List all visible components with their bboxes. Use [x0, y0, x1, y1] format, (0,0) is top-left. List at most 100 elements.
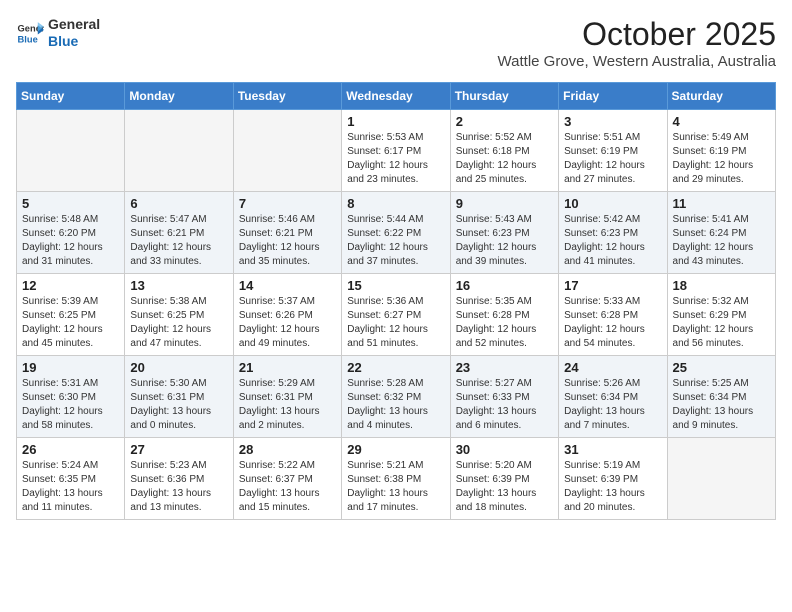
day-number: 13	[130, 278, 227, 293]
calendar-day-cell: 10 Sunrise: 5:42 AM Sunset: 6:23 PM Dayli…	[559, 192, 667, 274]
day-number: 18	[673, 278, 770, 293]
calendar-day-cell: 17Sunrise: 5:33 AM Sunset: 6:28 PM Dayli…	[559, 274, 667, 356]
calendar-day-cell: 23 Sunrise: 5:27 AM Sunset: 6:33 PM Dayli…	[450, 356, 558, 438]
day-info: Sunrise: 5:26 AM Sunset: 6:34 PM Dayligh…	[564, 377, 661, 433]
calendar-day-cell	[667, 438, 775, 520]
weekday-header-wednesday: Wednesday	[342, 83, 450, 110]
day-info: Sunrise: 5:51 AM Sunset: 6:19 PM Dayligh…	[564, 131, 661, 187]
day-number: 5	[22, 196, 119, 211]
calendar-day-cell: 18 Sunrise: 5:32 AM Sunset: 6:29 PM Dayli…	[667, 274, 775, 356]
title-block: October 2025 Wattle Grove, Western Austr…	[498, 16, 776, 70]
calendar-day-cell: 9 Sunrise: 5:43 AM Sunset: 6:23 PM Daylig…	[450, 192, 558, 274]
day-info: Sunrise: 5:29 AM Sunset: 6:31 PM Dayligh…	[239, 377, 336, 433]
day-number: 24	[564, 360, 661, 375]
day-info: Sunrise: 5:38 AM Sunset: 6:25 PM Dayligh…	[130, 295, 227, 351]
logo: General Blue General Blue	[16, 16, 100, 50]
calendar-day-cell	[233, 110, 341, 192]
weekday-header-thursday: Thursday	[450, 83, 558, 110]
calendar-day-cell: 14Sunrise: 5:37 AM Sunset: 6:26 PM Dayli…	[233, 274, 341, 356]
calendar-day-cell: 4Sunrise: 5:49 AM Sunset: 6:19 PM Daylig…	[667, 110, 775, 192]
calendar-week-row: 1Sunrise: 5:53 AM Sunset: 6:17 PM Daylig…	[17, 110, 776, 192]
day-info: Sunrise: 5:36 AM Sunset: 6:27 PM Dayligh…	[347, 295, 444, 351]
calendar-day-cell: 20Sunrise: 5:30 AM Sunset: 6:31 PM Dayli…	[125, 356, 233, 438]
calendar-day-cell: 24 Sunrise: 5:26 AM Sunset: 6:34 PM Dayli…	[559, 356, 667, 438]
day-number: 6	[130, 196, 227, 211]
day-info: Sunrise: 5:22 AM Sunset: 6:37 PM Dayligh…	[239, 459, 336, 515]
calendar-week-row: 26 Sunrise: 5:24 AM Sunset: 6:35 PM Dayli…	[17, 438, 776, 520]
calendar-day-cell: 3 Sunrise: 5:51 AM Sunset: 6:19 PM Daylig…	[559, 110, 667, 192]
calendar-week-row: 19Sunrise: 5:31 AM Sunset: 6:30 PM Dayli…	[17, 356, 776, 438]
calendar-day-cell: 22 Sunrise: 5:28 AM Sunset: 6:32 PM Dayli…	[342, 356, 450, 438]
day-number: 7	[239, 196, 336, 211]
day-info: Sunrise: 5:44 AM Sunset: 6:22 PM Dayligh…	[347, 213, 444, 269]
day-number: 8	[347, 196, 444, 211]
calendar-day-cell: 15 Sunrise: 5:36 AM Sunset: 6:27 PM Dayli…	[342, 274, 450, 356]
day-number: 20	[130, 360, 227, 375]
day-info: Sunrise: 5:42 AM Sunset: 6:23 PM Dayligh…	[564, 213, 661, 269]
day-number: 29	[347, 442, 444, 457]
day-info: Sunrise: 5:48 AM Sunset: 6:20 PM Dayligh…	[22, 213, 119, 269]
logo-text-blue: Blue	[48, 33, 100, 50]
day-info: Sunrise: 5:25 AM Sunset: 6:34 PM Dayligh…	[673, 377, 770, 433]
day-number: 10	[564, 196, 661, 211]
calendar-day-cell: 13 Sunrise: 5:38 AM Sunset: 6:25 PM Dayli…	[125, 274, 233, 356]
day-info: Sunrise: 5:20 AM Sunset: 6:39 PM Dayligh…	[456, 459, 553, 515]
day-number: 15	[347, 278, 444, 293]
day-info: Sunrise: 5:28 AM Sunset: 6:32 PM Dayligh…	[347, 377, 444, 433]
calendar-day-cell: 1Sunrise: 5:53 AM Sunset: 6:17 PM Daylig…	[342, 110, 450, 192]
month-title: October 2025	[498, 16, 776, 53]
calendar-table: SundayMondayTuesdayWednesdayThursdayFrid…	[16, 82, 776, 520]
calendar-day-cell: 21Sunrise: 5:29 AM Sunset: 6:31 PM Dayli…	[233, 356, 341, 438]
calendar-day-cell: 26 Sunrise: 5:24 AM Sunset: 6:35 PM Dayli…	[17, 438, 125, 520]
calendar-day-cell: 16Sunrise: 5:35 AM Sunset: 6:28 PM Dayli…	[450, 274, 558, 356]
calendar-day-cell: 19Sunrise: 5:31 AM Sunset: 6:30 PM Dayli…	[17, 356, 125, 438]
day-info: Sunrise: 5:39 AM Sunset: 6:25 PM Dayligh…	[22, 295, 119, 351]
day-number: 27	[130, 442, 227, 457]
svg-text:Blue: Blue	[18, 34, 38, 44]
day-info: Sunrise: 5:47 AM Sunset: 6:21 PM Dayligh…	[130, 213, 227, 269]
calendar-day-cell: 11 Sunrise: 5:41 AM Sunset: 6:24 PM Dayli…	[667, 192, 775, 274]
day-number: 28	[239, 442, 336, 457]
day-info: Sunrise: 5:46 AM Sunset: 6:21 PM Dayligh…	[239, 213, 336, 269]
day-number: 23	[456, 360, 553, 375]
calendar-day-cell: 28 Sunrise: 5:22 AM Sunset: 6:37 PM Dayli…	[233, 438, 341, 520]
calendar-day-cell: 7 Sunrise: 5:46 AM Sunset: 6:21 PM Daylig…	[233, 192, 341, 274]
day-info: Sunrise: 5:41 AM Sunset: 6:24 PM Dayligh…	[673, 213, 770, 269]
day-info: Sunrise: 5:19 AM Sunset: 6:39 PM Dayligh…	[564, 459, 661, 515]
day-info: Sunrise: 5:21 AM Sunset: 6:38 PM Dayligh…	[347, 459, 444, 515]
calendar-day-cell: 31 Sunrise: 5:19 AM Sunset: 6:39 PM Dayli…	[559, 438, 667, 520]
day-number: 3	[564, 114, 661, 129]
day-number: 22	[347, 360, 444, 375]
calendar-week-row: 5 Sunrise: 5:48 AM Sunset: 6:20 PM Daylig…	[17, 192, 776, 274]
day-number: 9	[456, 196, 553, 211]
weekday-header-saturday: Saturday	[667, 83, 775, 110]
calendar-day-cell: 6 Sunrise: 5:47 AM Sunset: 6:21 PM Daylig…	[125, 192, 233, 274]
logo-icon: General Blue	[16, 19, 44, 47]
calendar-day-cell: 12Sunrise: 5:39 AM Sunset: 6:25 PM Dayli…	[17, 274, 125, 356]
calendar-day-cell	[17, 110, 125, 192]
day-info: Sunrise: 5:23 AM Sunset: 6:36 PM Dayligh…	[130, 459, 227, 515]
day-info: Sunrise: 5:27 AM Sunset: 6:33 PM Dayligh…	[456, 377, 553, 433]
calendar-day-cell: 2 Sunrise: 5:52 AM Sunset: 6:18 PM Daylig…	[450, 110, 558, 192]
calendar-day-cell: 29 Sunrise: 5:21 AM Sunset: 6:38 PM Dayli…	[342, 438, 450, 520]
calendar-day-cell: 5 Sunrise: 5:48 AM Sunset: 6:20 PM Daylig…	[17, 192, 125, 274]
day-info: Sunrise: 5:52 AM Sunset: 6:18 PM Dayligh…	[456, 131, 553, 187]
day-number: 31	[564, 442, 661, 457]
day-number: 2	[456, 114, 553, 129]
weekday-header-monday: Monday	[125, 83, 233, 110]
logo-text-general: General	[48, 16, 100, 33]
day-info: Sunrise: 5:37 AM Sunset: 6:26 PM Dayligh…	[239, 295, 336, 351]
calendar-day-cell	[125, 110, 233, 192]
day-number: 25	[673, 360, 770, 375]
day-info: Sunrise: 5:49 AM Sunset: 6:19 PM Dayligh…	[673, 131, 770, 187]
day-info: Sunrise: 5:24 AM Sunset: 6:35 PM Dayligh…	[22, 459, 119, 515]
calendar-day-cell: 30Sunrise: 5:20 AM Sunset: 6:39 PM Dayli…	[450, 438, 558, 520]
day-number: 26	[22, 442, 119, 457]
day-number: 16	[456, 278, 553, 293]
day-info: Sunrise: 5:31 AM Sunset: 6:30 PM Dayligh…	[22, 377, 119, 433]
day-number: 11	[673, 196, 770, 211]
calendar-day-cell: 8 Sunrise: 5:44 AM Sunset: 6:22 PM Daylig…	[342, 192, 450, 274]
day-info: Sunrise: 5:43 AM Sunset: 6:23 PM Dayligh…	[456, 213, 553, 269]
day-info: Sunrise: 5:32 AM Sunset: 6:29 PM Dayligh…	[673, 295, 770, 351]
page-header: General Blue General Blue October 2025 W…	[16, 16, 776, 70]
